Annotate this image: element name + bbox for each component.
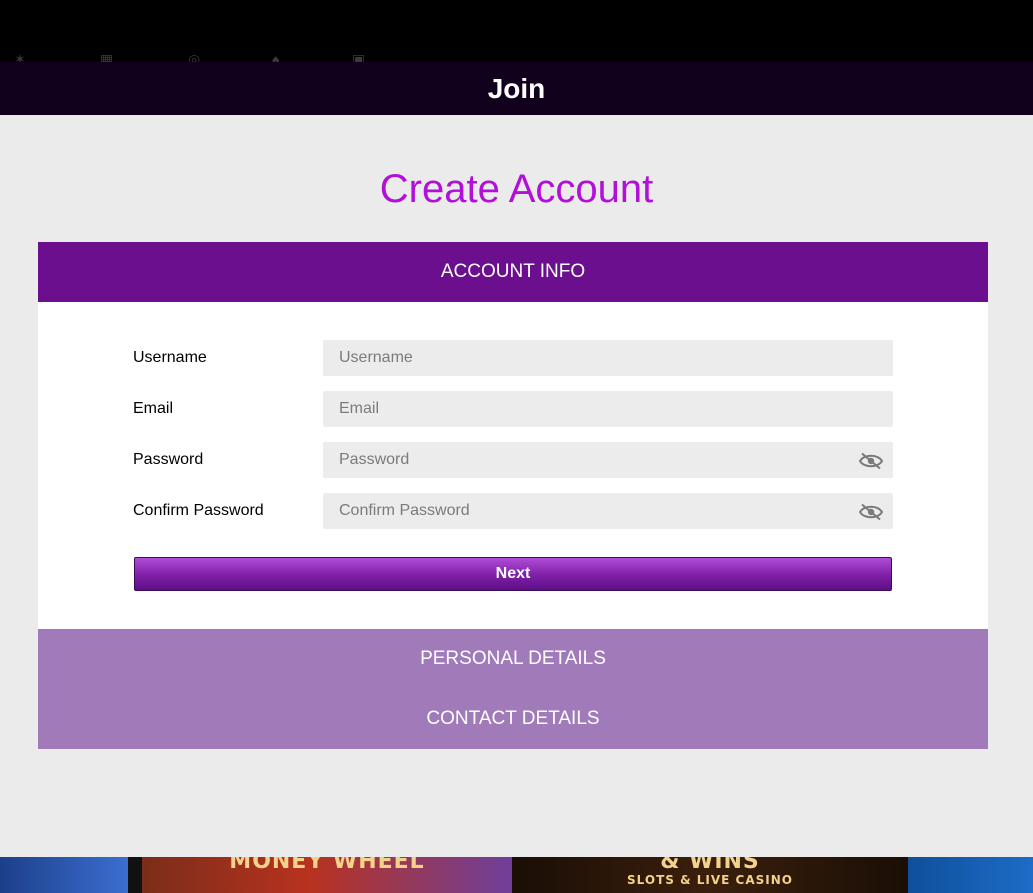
- modal-title: Join: [487, 72, 546, 104]
- promo-tile[interactable]: [0, 857, 128, 893]
- eye-slash-icon[interactable]: [859, 503, 883, 521]
- section-header-label: PERSONAL DETAILS: [420, 648, 606, 669]
- page-title: Create Account: [379, 167, 654, 211]
- promo-tile-slots-live-casino[interactable]: & WINS SLOTS & LIVE CASINO: [512, 857, 908, 893]
- nav-icon: ▦: [100, 52, 114, 62]
- modal-header: Join: [0, 62, 1033, 115]
- email-input[interactable]: [323, 391, 893, 427]
- section-header-contact-details[interactable]: CONTACT DETAILS: [38, 689, 988, 749]
- section-header-label: CONTACT DETAILS: [426, 708, 600, 729]
- confirm-password-input[interactable]: [323, 493, 893, 529]
- modal-body: Create Account ACCOUNT INFO Username Ema…: [0, 115, 1033, 857]
- promo-strip: MONEY WHEEL & WINS SLOTS & LIVE CASINO: [0, 857, 1033, 893]
- promo-tile-title: MONEY WHEEL: [229, 857, 425, 874]
- section-header-label: ACCOUNT INFO: [440, 261, 586, 282]
- site-top-nav: ✶ ▦ ◎ ♠ ▣: [0, 0, 1033, 62]
- eye-slash-icon[interactable]: [859, 452, 883, 470]
- next-button[interactable]: Next: [134, 557, 892, 591]
- email-row: Email: [133, 391, 893, 427]
- section-header-account-info[interactable]: ACCOUNT INFO: [38, 242, 988, 302]
- password-label: Password: [133, 451, 204, 468]
- account-info-form: Username Email Password Confirm Password: [38, 302, 988, 629]
- promo-tile-subtitle: SLOTS & LIVE CASINO: [627, 873, 793, 887]
- promo-tile-title: & WINS: [660, 857, 760, 874]
- nav-icon: ♠: [272, 52, 280, 62]
- confirm-password-row: Confirm Password: [133, 493, 893, 529]
- nav-icon: ◎: [188, 52, 201, 62]
- confirm-password-label: Confirm Password: [133, 502, 264, 519]
- nav-icon: ▣: [352, 52, 366, 62]
- nav-icon: ✶: [14, 52, 26, 62]
- section-header-personal-details[interactable]: PERSONAL DETAILS: [38, 629, 988, 689]
- password-input[interactable]: [323, 442, 893, 478]
- username-row: Username: [133, 340, 893, 376]
- promo-tile-money-wheel[interactable]: MONEY WHEEL: [142, 857, 512, 893]
- email-label: Email: [133, 400, 174, 417]
- collapsed-sections: PERSONAL DETAILS CONTACT DETAILS: [38, 629, 988, 749]
- username-input[interactable]: [323, 340, 893, 376]
- password-row: Password: [133, 442, 893, 478]
- username-label: Username: [133, 349, 207, 366]
- promo-tile[interactable]: [908, 857, 1033, 893]
